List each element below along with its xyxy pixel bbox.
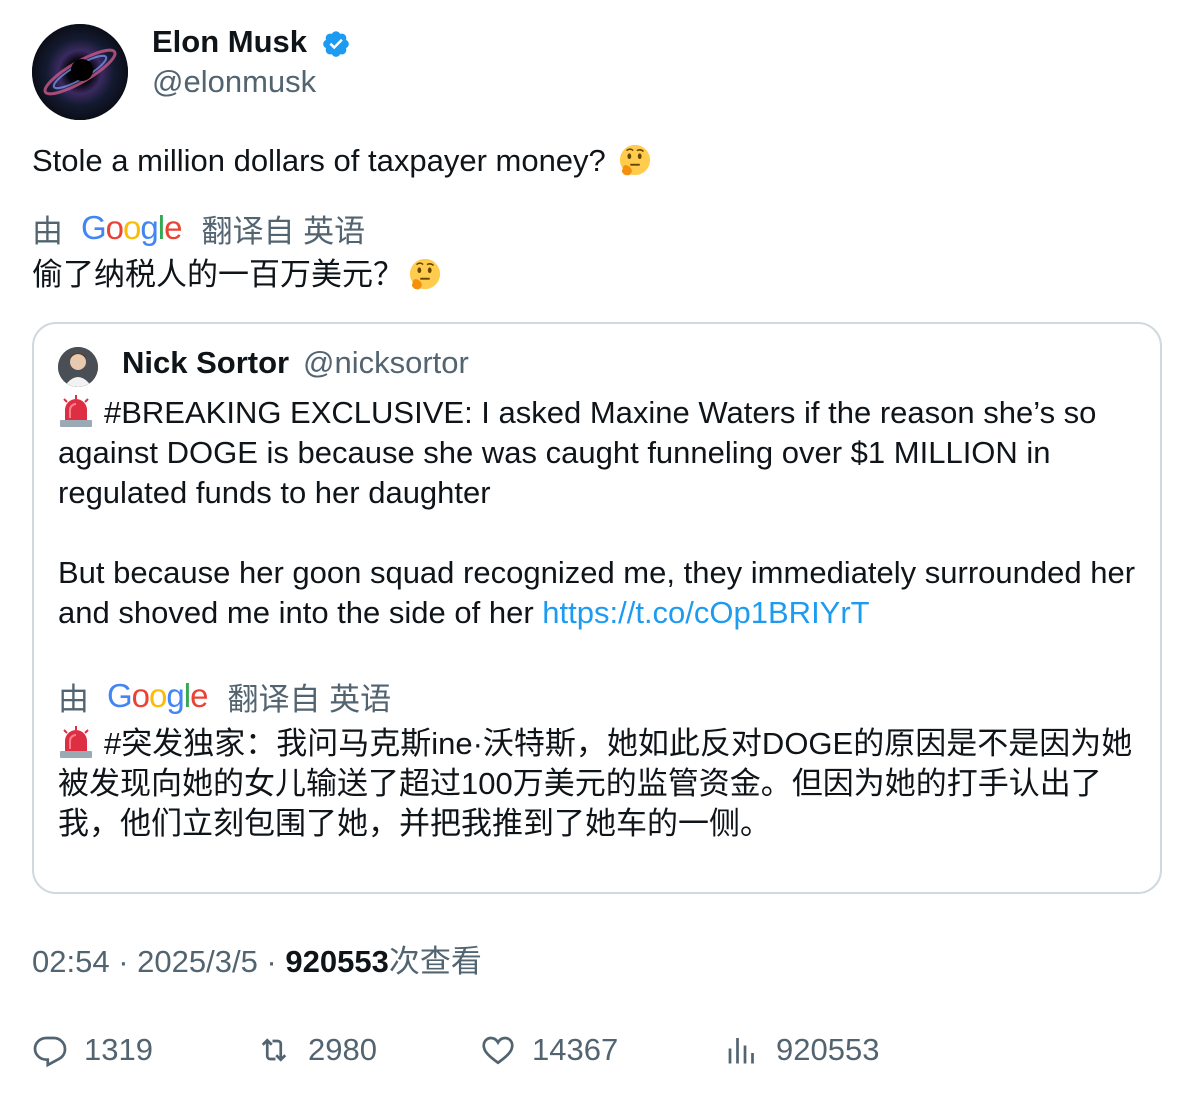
like-button[interactable]: 14367 [480,1030,618,1070]
translate-source-label: 翻译自 英语 [201,213,366,249]
analytics-icon [728,1038,754,1064]
google-logo-icon: Google [107,677,208,714]
thinking-face-icon [618,143,652,177]
quoted-translate-source-label: 翻译自 英语 [227,681,392,717]
quoted-translate-by-label: 由 [58,681,89,717]
quoted-paragraph-2: But because her goon squad recognized me… [58,553,1148,633]
quoted-text-1: #BREAKING EXCLUSIVE: I asked Maxine Wate… [58,395,1097,510]
tweet-time[interactable]: 02:54 [32,944,110,979]
quoted-author-name[interactable]: Nick Sortor [122,342,289,384]
quoted-translate-attribution[interactable]: 由 Google 翻译自 英语 [58,674,391,718]
author-handle[interactable]: @elonmusk [152,62,316,102]
google-logo-icon: Google [81,209,182,246]
quoted-author-handle[interactable]: @nicksortor [303,342,469,384]
translate-by-label: 由 [32,213,63,249]
author-avatar[interactable] [32,24,128,120]
tweet-date[interactable]: 2025/3/5 [137,944,258,979]
quoted-tweet-text: #BREAKING EXCLUSIVE: I asked Maxine Wate… [58,393,1148,633]
reply-button[interactable]: 1319 [32,1030,153,1070]
author-name[interactable]: Elon Musk [152,22,307,62]
meta-separator: · [109,944,138,979]
thinking-face-icon [408,257,442,291]
retweet-icon [261,1038,287,1062]
views-button[interactable]: 920553 [724,1030,879,1070]
quoted-paragraph-1: #BREAKING EXCLUSIVE: I asked Maxine Wate… [58,393,1148,513]
reply-icon [33,1036,67,1068]
quoted-author-avatar[interactable] [58,347,98,387]
tweet-text: Stole a million dollars of taxpayer mone… [32,140,652,182]
retweet-button[interactable]: 2980 [256,1030,377,1070]
siren-icon [58,725,94,759]
like-count: 14367 [532,1032,619,1067]
tweet-translated-content: 偷了纳税人的一百万美元？ [32,257,404,292]
translate-attribution[interactable]: 由 Google 翻译自 英语 [32,206,365,250]
meta-separator: · [257,944,286,979]
quoted-link[interactable]: https://t.co/cOp1BRIYrT [542,595,869,630]
tweet-meta: 02:54 · 2025/3/5 · 920553次查看 [32,940,482,984]
reply-count: 1319 [84,1032,153,1067]
siren-icon [58,394,94,428]
heart-icon [482,1036,514,1065]
views-count: 920553 [776,1032,880,1067]
retweet-count: 2980 [308,1032,377,1067]
view-count-label: 次查看 [388,944,482,979]
view-count: 920553 [285,944,389,979]
tweet-translated-text: 偷了纳税人的一百万美元？ [32,254,442,296]
quoted-translated-content: #突发独家：我问马克斯ine·沃特斯，她如此反对DOGE的原因是不是因为她被发现… [58,726,1133,841]
verified-badge-icon [321,29,351,59]
tweet-text-content: Stole a million dollars of taxpayer mone… [32,143,606,178]
quoted-translated-text: #突发独家：我问马克斯ine·沃特斯，她如此反对DOGE的原因是不是因为她被发现… [58,724,1148,844]
